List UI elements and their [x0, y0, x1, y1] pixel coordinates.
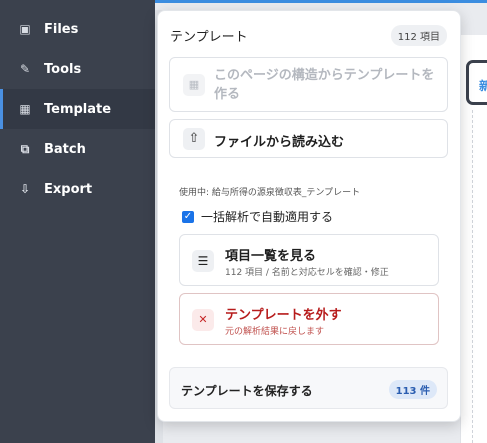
- sidebar-item-label: Tools: [44, 61, 82, 77]
- sidebar: ▣ Files ✎ Tools ▦ Template ⧉ Batch ⇩ Exp…: [0, 0, 155, 443]
- view-items-button[interactable]: ☰ 項目一覧を見る 112 項目 / 名前と対応セルを確認・修正: [179, 234, 439, 286]
- view-items-title: 項目一覧を見る: [225, 249, 317, 264]
- load-from-file-label: ファイルから読み込む: [214, 135, 345, 150]
- sidebar-item-label: Batch: [44, 141, 86, 157]
- sidebar-item-template[interactable]: ▦ Template: [0, 89, 155, 129]
- dropdown-title: テンプレート: [170, 30, 248, 45]
- current-template-label: 使用中: 給与所得の源泉徴収表_テンプレート: [179, 188, 361, 198]
- save-template-label: テンプレートを保存する: [181, 384, 313, 398]
- stack-icon: ⧉: [20, 141, 30, 156]
- remove-template-title: テンプレートを外す: [225, 308, 342, 323]
- auto-apply-label[interactable]: 一括解析で自動適用する: [201, 208, 333, 225]
- save-count-badge: 113 件: [388, 380, 437, 399]
- canvas-guide-line: [472, 110, 473, 443]
- sidebar-item-tools[interactable]: ✎ Tools: [0, 49, 155, 89]
- remove-template-button[interactable]: ✕ テンプレートを外す 元の解析結果に戻します: [179, 293, 439, 345]
- canvas-field-label: 新: [479, 79, 487, 93]
- auto-apply-row[interactable]: ✓ 一括解析で自動適用する: [182, 208, 333, 225]
- sidebar-item-export[interactable]: ⇩ Export: [0, 169, 155, 209]
- pen-icon: ✎: [19, 62, 31, 76]
- sidebar-item-batch[interactable]: ⧉ Batch: [0, 129, 155, 169]
- upload-icon: ⇧: [183, 128, 205, 150]
- item-count-badge: 112 項目: [390, 25, 447, 46]
- remove-template-subtitle: 元の解析結果に戻します: [225, 327, 325, 337]
- sidebar-item-label: Template: [44, 101, 112, 117]
- view-items-subtitle: 112 項目 / 名前と対応セルを確認・修正: [225, 268, 389, 278]
- load-from-file-button[interactable]: ⇧ ファイルから読み込む: [169, 119, 448, 158]
- main-top-accent: [155, 0, 487, 3]
- close-icon: ✕: [192, 309, 214, 331]
- auto-apply-checkbox[interactable]: ✓: [182, 210, 194, 223]
- sidebar-item-files[interactable]: ▣ Files: [0, 9, 155, 49]
- template-dropdown: テンプレート 112 項目 ▦ このページの構造からテンプレートを作る ⇧ ファ…: [157, 10, 461, 422]
- grid-icon: ▦: [19, 102, 31, 116]
- sidebar-item-label: Files: [44, 21, 79, 37]
- canvas-field-card[interactable]: 新: [466, 60, 487, 105]
- download-icon: ⇩: [19, 182, 31, 196]
- create-template-label: このページの構造からテンプレートを作る: [214, 68, 435, 102]
- save-template-button[interactable]: テンプレートを保存する 113 件: [169, 367, 448, 409]
- file-icon: ▣: [19, 22, 31, 36]
- list-icon: ☰: [192, 250, 214, 272]
- create-template-from-page-button[interactable]: ▦ このページの構造からテンプレートを作る: [169, 57, 448, 112]
- grid-icon: ▦: [183, 74, 205, 96]
- sidebar-item-label: Export: [44, 181, 93, 197]
